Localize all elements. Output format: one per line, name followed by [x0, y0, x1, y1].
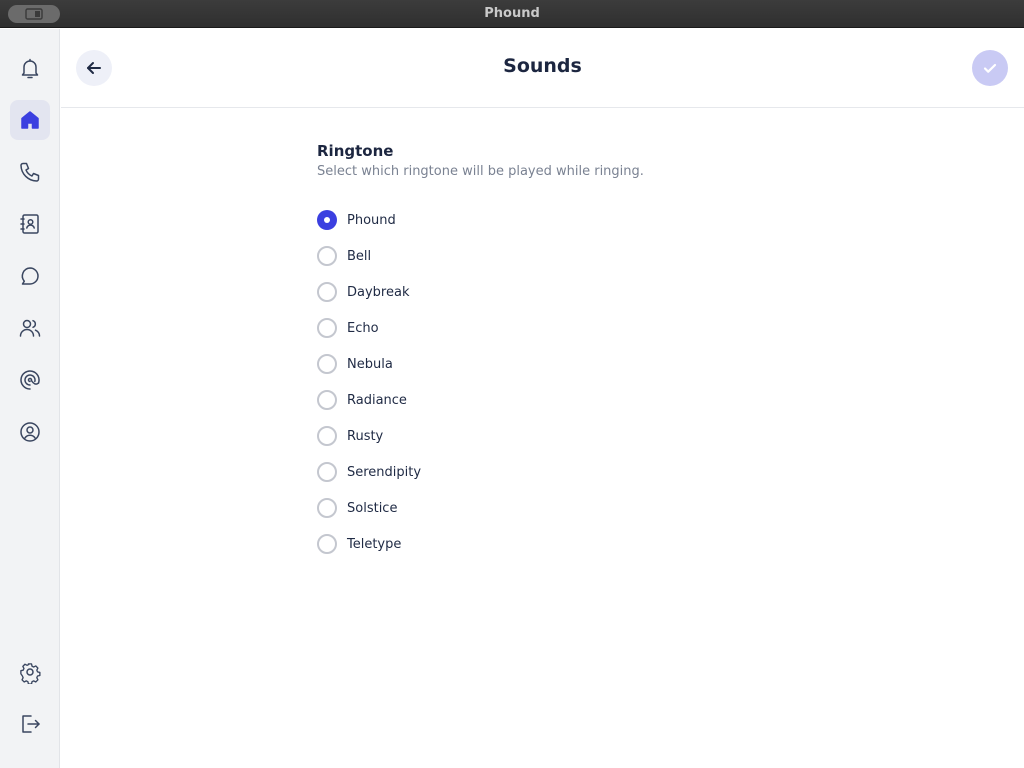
- ringtone-option-bell[interactable]: Bell: [317, 238, 817, 274]
- radio-button[interactable]: [317, 534, 337, 554]
- check-icon: [983, 63, 997, 73]
- page-title: Sounds: [503, 55, 582, 77]
- radio-button[interactable]: [317, 318, 337, 338]
- ringtone-section: Ringtone Select which ringtone will be p…: [317, 140, 817, 562]
- ringtone-option-label: Nebula: [347, 356, 393, 372]
- ringtone-option-serendipity[interactable]: Serendipity: [317, 454, 817, 490]
- ringtone-option-solstice[interactable]: Solstice: [317, 490, 817, 526]
- radio-button[interactable]: [317, 246, 337, 266]
- ringtone-option-label: Rusty: [347, 428, 384, 444]
- sidebar-item-phound[interactable]: [10, 360, 50, 400]
- radio-button[interactable]: [317, 210, 337, 230]
- ringtone-option-echo[interactable]: Echo: [317, 310, 817, 346]
- contacts-book-icon: [20, 214, 39, 234]
- sidebar-item-team[interactable]: [10, 308, 50, 348]
- radio-button[interactable]: [317, 498, 337, 518]
- ringtone-option-label: Phound: [347, 212, 396, 228]
- section-title: Ringtone: [317, 142, 394, 160]
- ringtone-option-daybreak[interactable]: Daybreak: [317, 274, 817, 310]
- ringtone-radio-group: Phound Bell Daybreak Echo Nebula Radiance Rust…: [317, 202, 817, 562]
- window-titlebar: Phound: [0, 0, 1024, 28]
- ringtone-option-label: Daybreak: [347, 284, 410, 300]
- sidebar-item-logout[interactable]: [10, 704, 50, 744]
- radio-button[interactable]: [317, 282, 337, 302]
- page-header: Sounds: [61, 29, 1024, 108]
- ringtone-option-rusty[interactable]: Rusty: [317, 418, 817, 454]
- sidebar-item-home[interactable]: [10, 100, 50, 140]
- sidebar-item-profile[interactable]: [10, 412, 50, 452]
- ringtone-option-teletype[interactable]: Teletype: [317, 526, 817, 562]
- phound-logo-icon: [20, 370, 40, 390]
- users-icon: [19, 319, 41, 337]
- section-description: Select which ringtone will be played whi…: [317, 164, 644, 179]
- ringtone-option-label: Radiance: [347, 392, 407, 408]
- logout-icon: [22, 715, 40, 733]
- radio-button[interactable]: [317, 462, 337, 482]
- user-circle-icon: [20, 422, 40, 442]
- ringtone-option-label: Bell: [347, 248, 372, 264]
- sidebar-item-messages[interactable]: [10, 256, 50, 296]
- ringtone-option-nebula[interactable]: Nebula: [317, 346, 817, 382]
- ringtone-option-radiance[interactable]: Radiance: [317, 382, 817, 418]
- chat-bubble-icon: [21, 267, 39, 285]
- ringtone-option-label: Echo: [347, 320, 379, 336]
- confirm-button[interactable]: [972, 50, 1008, 86]
- sidebar: [0, 29, 60, 768]
- radio-button[interactable]: [317, 426, 337, 446]
- sidebar-item-calls[interactable]: [10, 152, 50, 192]
- ringtone-option-label: Serendipity: [347, 464, 422, 480]
- sidebar-item-notifications[interactable]: [10, 48, 50, 88]
- bell-icon: [21, 58, 39, 79]
- sidebar-item-contacts[interactable]: [10, 204, 50, 244]
- phone-icon: [20, 162, 40, 182]
- ringtone-option-phound[interactable]: Phound: [317, 202, 817, 238]
- home-icon: [21, 111, 39, 129]
- radio-button[interactable]: [317, 354, 337, 374]
- radio-button[interactable]: [317, 390, 337, 410]
- ringtone-option-label: Solstice: [347, 500, 398, 516]
- gear-icon: [20, 663, 41, 684]
- window-title: Phound: [484, 6, 540, 21]
- sidebar-item-settings[interactable]: [10, 652, 50, 692]
- ringtone-option-label: Teletype: [347, 536, 402, 552]
